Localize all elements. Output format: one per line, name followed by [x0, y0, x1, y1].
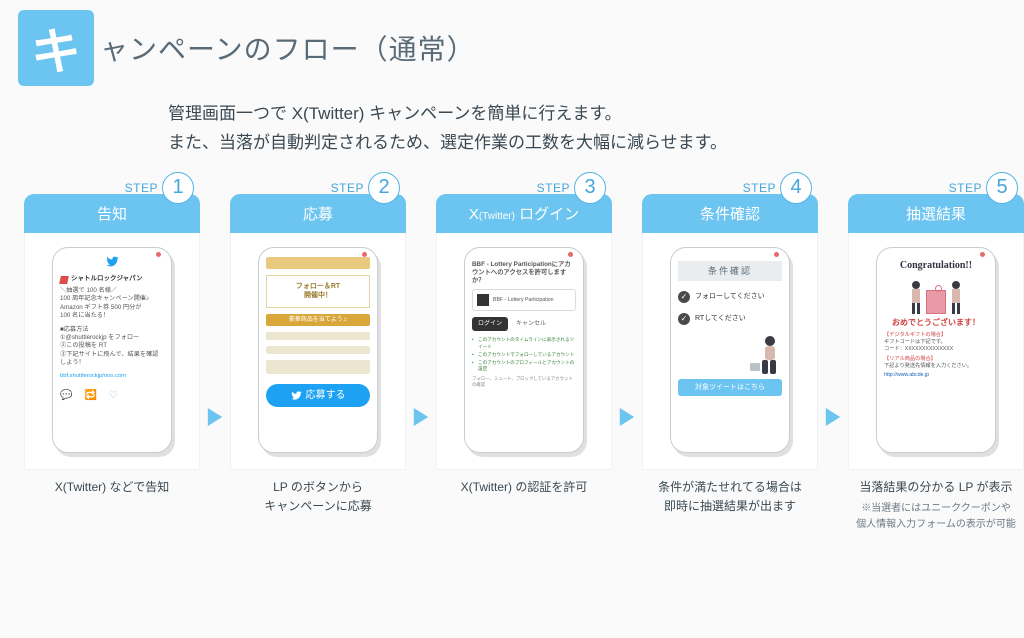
title-badge: キ	[18, 10, 94, 86]
step-2-badge: STEP 2	[331, 172, 400, 204]
step-5-card: Congratulation!! おめでとうございます！ 【デジタルギフトの場合…	[848, 233, 1024, 470]
cond-header: 条件確認	[678, 261, 782, 281]
step-1-number: 1	[162, 172, 194, 204]
lead-copy: 管理画面一つで X(Twitter) キャンペーンを簡単に行えます。 また、当落…	[168, 100, 1006, 158]
tweet-link: bbf.shuttlerockjp/ooo.com	[60, 373, 164, 381]
page-title-row: キ ャンペーンのフロー（通常）	[18, 10, 1006, 86]
check-icon: ✓	[678, 313, 690, 325]
step-1-card: シャトルロックジャパン ＼抽選で 100 名様／ 100 周年記念キャンペーン開…	[24, 233, 200, 470]
twitter-icon	[291, 390, 302, 401]
app-icon	[477, 294, 489, 306]
auth-question: BBF - Lottery Participationにアカウントへのアクセスを…	[472, 261, 576, 286]
step-3-number: 3	[574, 172, 606, 204]
phone-camera-dot	[568, 252, 573, 257]
lead-line-1: 管理画面一つで X(Twitter) キャンペーンを簡単に行えます。	[168, 100, 1006, 129]
account-logo	[59, 276, 69, 284]
account-name: シャトルロックジャパン	[71, 275, 143, 284]
step-4-phone: 条件確認 ✓ フォローしてください ✓ RTしてください 対象ツイートはこちら	[670, 247, 790, 453]
congrats-illustration	[884, 276, 988, 314]
title-text: ャンペーンのフロー（通常）	[100, 28, 476, 68]
arrow-icon	[206, 406, 224, 428]
real-gift-block: 【リアル商品の場合】 下記より発送先情報を入力ください。	[884, 356, 988, 370]
step-4-badge: STEP 4	[743, 172, 812, 204]
campaign-flow-diagram: キ ャンペーンのフロー（通常） 管理画面一つで X(Twitter) キャンペー…	[0, 0, 1024, 543]
result-link: http://www.abcde.jp	[884, 372, 988, 379]
lp-header-banner	[266, 257, 370, 269]
step-3: STEP 3 X(Twitter) ログイン BBF - Lottery Par…	[436, 172, 612, 497]
step-4-number: 4	[780, 172, 812, 204]
step-5-number: 5	[986, 172, 1018, 204]
lp-placeholder-bar	[266, 360, 370, 374]
step-1: STEP 1 告知 シャトルロックジャパン	[24, 172, 200, 497]
auth-footnote: フォロー、ミュート、ブロックしているアカウントの確認	[472, 376, 576, 387]
auth-permission-list: このアカウントのタイムラインに表示されるツイート このアカウントでフォローしてい…	[472, 337, 576, 372]
like-icon: ♡	[109, 389, 118, 403]
lp-placeholder-bar	[266, 346, 370, 354]
arrow-icon	[618, 406, 636, 428]
cond-illustration	[678, 333, 782, 375]
step-3-card: BBF - Lottery Participationにアカウントへのアクセスを…	[436, 233, 612, 470]
congrats-jp: おめでとうございます！	[884, 318, 988, 329]
step-5-phone: Congratulation!! おめでとうございます！ 【デジタルギフトの場合…	[876, 247, 996, 453]
step-4-caption: 条件が満たせれてる場合は 即時に抽選結果が出ます	[658, 478, 802, 516]
cond-cta-button: 対象ツイートはこちら	[678, 379, 782, 396]
step-5-caption: 当落結果の分かる LP が表示 ※当選者にはユニーククーポンや 個人情報入力フォ…	[856, 478, 1016, 533]
auth-cancel-button: キャンセル	[512, 317, 550, 331]
arrow-icon	[824, 406, 842, 428]
lead-line-2: また、当落が自動判定されるため、選定作業の工数を大幅に減らせます。	[168, 129, 1006, 158]
reply-icon: 💬	[60, 389, 72, 403]
step-word: STEP	[125, 181, 158, 195]
cond-item-follow: ✓ フォローしてください	[678, 291, 782, 303]
step-1-badge: STEP 1	[125, 172, 194, 204]
step-4: STEP 4 条件確認 条件確認 ✓ フォローしてください ✓ RT	[642, 172, 818, 516]
step-2-phone: フォロー＆RT 開催中！ 豪華商品を当てよう♫ 応募する	[258, 247, 378, 453]
step-2: STEP 2 応募 フォロー＆RT 開催中！ 豪華商品を当てよう♫	[230, 172, 406, 516]
tweet-action-icons: 💬 🔁 ♡	[60, 389, 164, 403]
arrow-icon	[412, 406, 430, 428]
step-5-badge: STEP 5	[949, 172, 1018, 204]
auth-app-box: BBF - Lottery Participation	[472, 289, 576, 311]
step-3-phone: BBF - Lottery Participationにアカウントへのアクセスを…	[464, 247, 584, 453]
phone-camera-dot	[362, 252, 367, 257]
digital-gift-block: 【デジタルギフトの場合】 ギフトコードは下記です。 コード：XXXXXXXXXX…	[884, 332, 988, 353]
step-4-card: 条件確認 ✓ フォローしてください ✓ RTしてください 対象ツイートはこちら	[642, 233, 818, 470]
gift-box-icon	[926, 290, 946, 314]
retweet-icon: 🔁	[84, 389, 96, 403]
step-2-number: 2	[368, 172, 400, 204]
step-1-phone: シャトルロックジャパン ＼抽選で 100 名様／ 100 周年記念キャンペーン開…	[52, 247, 172, 453]
step-2-card: フォロー＆RT 開催中！ 豪華商品を当てよう♫ 応募する	[230, 233, 406, 470]
tweet-howto: ■応募方法 ①@shuttlerockjp をフォロー ②この投稿を RT ③下…	[60, 326, 164, 368]
lp-hero: フォロー＆RT 開催中！	[266, 275, 370, 308]
flow-row: STEP 1 告知 シャトルロックジャパン	[18, 172, 1006, 533]
lp-placeholder-bar	[266, 332, 370, 340]
cond-item-rt: ✓ RTしてください	[678, 313, 782, 325]
twitter-icon	[60, 255, 164, 273]
check-icon: ✓	[678, 291, 690, 303]
phone-camera-dot	[774, 252, 779, 257]
step-2-caption: LP のボタンから キャンペーンに応募	[264, 478, 371, 516]
lp-apply-button: 応募する	[266, 384, 370, 408]
step-5: STEP 5 抽選結果 Congratulation!! おめでとうございます！	[848, 172, 1024, 533]
phone-camera-dot	[156, 252, 161, 257]
auth-login-button: ログイン	[472, 317, 508, 331]
lp-sub-banner: 豪華商品を当てよう♫	[266, 314, 370, 326]
step-3-caption: X(Twitter) の認証を許可	[461, 478, 588, 497]
step-5-note: ※当選者にはユニーククーポンや 個人情報入力フォームの表示が可能	[856, 501, 1016, 533]
tweet-body: ＼抽選で 100 名様／ 100 周年記念キャンペーン開催♪ Amazon ギフ…	[60, 287, 164, 320]
step-3-badge: STEP 3	[537, 172, 606, 204]
congrats-heading: Congratulation!!	[884, 259, 988, 273]
phone-camera-dot	[980, 252, 985, 257]
step-1-caption: X(Twitter) などで告知	[55, 478, 169, 497]
